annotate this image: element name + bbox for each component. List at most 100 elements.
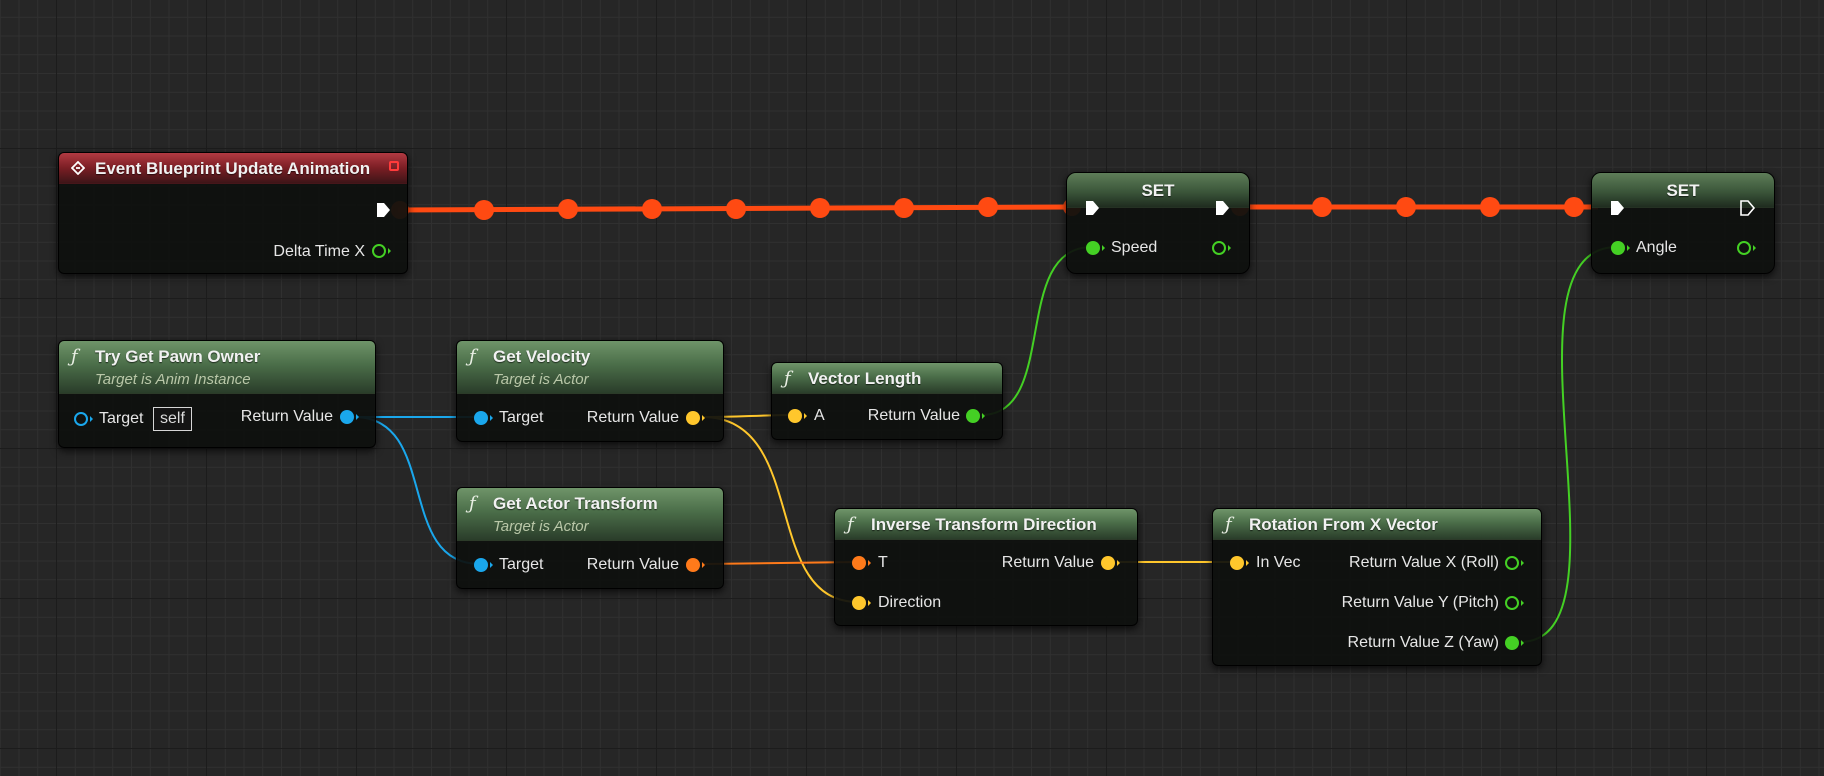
pin-arrow-icon [490, 562, 493, 568]
return-value-pin[interactable] [340, 410, 354, 424]
return-value-label: Return Value [240, 408, 333, 425]
target-label: Target [99, 410, 144, 427]
angle-in-pin[interactable] [1611, 241, 1625, 255]
return-value-label: Return Value [867, 407, 960, 424]
exec-in-pin[interactable] [1083, 199, 1101, 217]
node-get-actor-transform[interactable]: ƒ Get Actor Transform Target is Actor Ta… [456, 487, 724, 589]
return-value-y-pitch-pin[interactable] [1505, 596, 1519, 610]
speed-in-pin[interactable] [1086, 241, 1100, 255]
pin-arrow-icon [982, 413, 985, 419]
node-header: ƒ Rotation From X Vector [1213, 509, 1541, 540]
delta-time-pin[interactable] [372, 244, 386, 258]
function-f-icon: ƒ [469, 346, 476, 367]
node-header: ƒ Vector Length [772, 363, 1002, 394]
node-event-blueprint-update-animation[interactable]: Event Blueprint Update Animation Delta T… [58, 152, 408, 274]
target-pin[interactable] [474, 411, 488, 425]
node-set-angle[interactable]: SET Angle [1591, 172, 1775, 274]
node-title: Inverse Transform Direction [871, 515, 1097, 534]
node-inverse-transform-direction[interactable]: ƒ Inverse Transform Direction T Directio… [834, 508, 1138, 626]
node-header: ƒ Get Velocity Target is Actor [457, 341, 723, 394]
pin-arrow-icon [1753, 245, 1756, 251]
function-f-icon: ƒ [71, 346, 78, 367]
pin-arrow-icon [1102, 245, 1105, 251]
node-rotation-from-x-vector[interactable]: ƒ Rotation From X Vector In Vec Return V… [1212, 508, 1542, 666]
close-box-icon[interactable] [389, 161, 399, 171]
exec-out-pin[interactable] [374, 201, 392, 219]
node-title: Get Actor Transform [493, 494, 658, 513]
node-header: ƒ Get Actor Transform Target is Actor [457, 488, 723, 541]
pin-arrow-icon [804, 413, 807, 419]
a-label: A [814, 407, 825, 424]
exec-in-pin[interactable] [1608, 199, 1626, 217]
target-label: Target [499, 409, 544, 426]
t-label: T [878, 554, 888, 571]
node-header: ƒ Try Get Pawn Owner Target is Anim Inst… [59, 341, 375, 394]
pin-arrow-icon [1117, 560, 1120, 566]
speed-label: Speed [1111, 239, 1158, 256]
node-title: SET [1666, 181, 1700, 200]
in-vec-label: In Vec [1256, 554, 1301, 571]
delta-time-label: Delta Time X [273, 243, 365, 260]
function-f-icon: ƒ [784, 368, 791, 389]
node-title: Rotation From X Vector [1249, 515, 1438, 534]
node-vector-length[interactable]: ƒ Vector Length A Return Value [771, 362, 1003, 440]
return-value-z-yaw-label: Return Value Z (Yaw) [1347, 634, 1499, 651]
t-pin[interactable] [852, 556, 866, 570]
node-header: Event Blueprint Update Animation [59, 153, 407, 184]
node-title: Vector Length [808, 369, 922, 388]
node-title: Event Blueprint Update Animation [95, 159, 371, 178]
pin-arrow-icon [868, 600, 871, 606]
pin-arrow-icon [490, 415, 493, 421]
exec-out-pin-unconnected[interactable] [1738, 199, 1756, 217]
pin-arrow-icon [868, 560, 871, 566]
return-value-x-roll-label: Return Value X (Roll) [1349, 554, 1499, 571]
target-pin[interactable] [474, 558, 488, 572]
pin-arrow-icon [702, 562, 705, 568]
node-subtitle: Target is Anim Instance [95, 371, 251, 388]
return-value-z-yaw-pin[interactable] [1505, 636, 1519, 650]
node-set-speed[interactable]: SET Speed [1066, 172, 1250, 274]
event-diamond-icon [71, 161, 85, 175]
exec-wire-event-to-set-speed[interactable] [397, 204, 1071, 213]
return-value-pin[interactable] [686, 411, 700, 425]
function-f-icon: ƒ [469, 493, 476, 514]
return-value-x-roll-pin[interactable] [1505, 556, 1519, 570]
return-value-label: Return Value [586, 409, 679, 426]
return-value-label: Return Value [1001, 554, 1094, 571]
return-value-y-pitch-label: Return Value Y (Pitch) [1341, 594, 1499, 611]
speed-out-pin[interactable] [1212, 241, 1226, 255]
target-pin[interactable] [74, 412, 88, 426]
pin-arrow-icon [1627, 245, 1630, 251]
target-label: Target [499, 556, 544, 573]
node-title: Try Get Pawn Owner [95, 347, 261, 366]
exec-out-pin[interactable] [1213, 199, 1231, 217]
in-vec-pin[interactable] [1230, 556, 1244, 570]
direction-pin[interactable] [852, 596, 866, 610]
pin-arrow-icon [90, 416, 93, 422]
pin-arrow-icon [702, 415, 705, 421]
pin-arrow-icon [1521, 600, 1524, 606]
node-subtitle: Target is Actor [493, 518, 589, 535]
pin-arrow-icon [356, 414, 359, 420]
angle-out-pin[interactable] [1737, 241, 1751, 255]
function-f-icon: ƒ [1225, 514, 1232, 535]
target-self-field[interactable]: self [153, 407, 192, 431]
exec-flow-bubbles [391, 197, 1584, 220]
return-value-pin[interactable] [686, 558, 700, 572]
node-try-get-pawn-owner[interactable]: ƒ Try Get Pawn Owner Target is Anim Inst… [58, 340, 376, 448]
blueprint-graph-canvas[interactable]: Event Blueprint Update Animation Delta T… [0, 0, 1824, 776]
return-value-pin[interactable] [1101, 556, 1115, 570]
pin-arrow-icon [1228, 245, 1231, 251]
a-pin[interactable] [788, 409, 802, 423]
direction-label: Direction [878, 594, 942, 611]
function-f-icon: ƒ [847, 514, 854, 535]
node-title: SET [1141, 181, 1175, 200]
return-value-pin[interactable] [966, 409, 980, 423]
return-value-label: Return Value [586, 556, 679, 573]
node-get-velocity[interactable]: ƒ Get Velocity Target is Actor Target Re… [456, 340, 724, 442]
pin-arrow-icon [1521, 640, 1524, 646]
pin-arrow-icon [1521, 560, 1524, 566]
node-subtitle: Target is Actor [493, 371, 589, 388]
pin-arrow-icon [1246, 560, 1249, 566]
pin-arrow-icon [388, 248, 391, 254]
